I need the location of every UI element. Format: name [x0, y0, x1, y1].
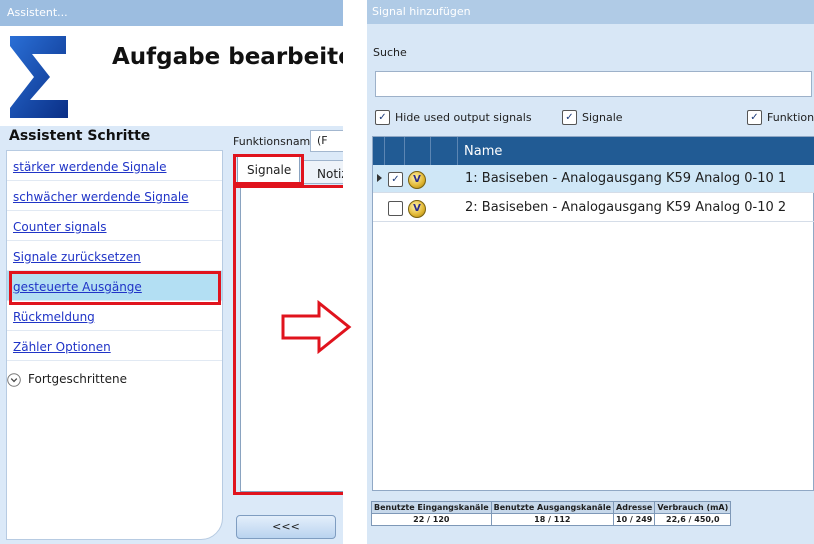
- wizard-titlebar: Assistent...: [0, 0, 343, 26]
- signals-tab-highlight: [233, 154, 304, 185]
- search-label: Suche: [373, 46, 407, 59]
- step-item-counter-signals[interactable]: Counter signals: [7, 211, 222, 241]
- add-signal-dialog: Signal hinzufügen Suche ✓ Hide used outp…: [367, 0, 814, 544]
- checkbox-functions[interactable]: ✓: [747, 110, 762, 125]
- grid-header: Name: [373, 137, 814, 165]
- row-checkbox[interactable]: ✓: [388, 172, 403, 187]
- function-name-label: Funktionsname: [233, 135, 318, 148]
- row-marker-icon: [377, 174, 382, 182]
- sigma-logo-icon: [10, 36, 68, 118]
- row-name: 2: Basiseben - Analogausgang K59 Analog …: [465, 200, 787, 215]
- step-item-decreasing-signals[interactable]: schwächer werdende Signale: [7, 181, 222, 211]
- steps-list: stärker werdende Signale schwächer werde…: [6, 150, 223, 540]
- signal-grid: Name ✓ V 1: Basiseben - Analogausgang K5…: [372, 136, 814, 491]
- stats-header: Adresse: [612, 501, 656, 514]
- stats-value: 18 / 112: [490, 513, 615, 526]
- checkbox-signals[interactable]: ✓: [562, 110, 577, 125]
- chevron-down-icon[interactable]: [7, 373, 21, 387]
- stats-header: Benutzte Eingangskanäle: [371, 501, 492, 514]
- table-row[interactable]: V 2: Basiseben - Analogausgang K59 Analo…: [373, 194, 814, 222]
- checkbox-hide-used[interactable]: ✓: [375, 110, 390, 125]
- wizard-window: Assistent... Aufgabe bearbeiten Assisten…: [0, 0, 343, 544]
- step-item-reset-signals[interactable]: Signale zurücksetzen: [7, 241, 222, 271]
- step-link[interactable]: Rückmeldung: [13, 310, 95, 324]
- stats-value: 22,6 / 450,0: [654, 513, 732, 526]
- filter-label: Hide used output signals: [395, 111, 532, 124]
- step-link[interactable]: Zähler Optionen: [13, 340, 111, 354]
- wizard-header: Aufgabe bearbeiten: [0, 26, 343, 126]
- step-link[interactable]: schwächer werdende Signale: [13, 190, 189, 204]
- step-link[interactable]: Counter signals: [13, 220, 107, 234]
- filter-label: Funktione: [767, 111, 814, 124]
- filter-hide-used[interactable]: ✓ Hide used output signals: [375, 110, 532, 125]
- row-name: 1: Basiseben - Analogausgang K59 Analog …: [465, 171, 787, 186]
- analog-signal-icon: V: [408, 171, 426, 189]
- advanced-toggle-label[interactable]: Fortgeschrittene: [28, 372, 127, 386]
- back-button[interactable]: <<<: [236, 515, 336, 539]
- table-row[interactable]: ✓ V 1: Basiseben - Analogausgang K59 Ana…: [373, 165, 814, 193]
- stats-header: Benutzte Ausgangskanäle: [490, 501, 615, 514]
- step-link[interactable]: stärker werdende Signale: [13, 160, 166, 174]
- step-item-increasing-signals[interactable]: stärker werdende Signale: [7, 151, 222, 181]
- stats-value: 10 / 249: [612, 513, 656, 526]
- arrow-right-icon: [281, 300, 352, 354]
- channel-usage-stats: Benutzte Eingangskanäle Benutzte Ausgang…: [371, 501, 732, 526]
- selected-step-highlight: [9, 271, 221, 305]
- stats-value: 22 / 120: [371, 513, 492, 526]
- step-link[interactable]: Signale zurücksetzen: [13, 250, 141, 264]
- search-input[interactable]: [375, 71, 812, 97]
- page-title: Aufgabe bearbeiten: [112, 44, 343, 70]
- filter-label: Signale: [582, 111, 623, 124]
- stats-header: Verbrauch (mA): [654, 501, 732, 514]
- analog-signal-icon: V: [408, 200, 426, 218]
- tab-notes[interactable]: Notiz: [302, 160, 343, 184]
- function-name-input[interactable]: (F: [310, 130, 343, 152]
- column-header-name[interactable]: Name: [464, 144, 502, 159]
- dialog-titlebar: Signal hinzufügen: [367, 0, 814, 24]
- step-item-feedback[interactable]: Rückmeldung: [7, 301, 222, 331]
- row-checkbox[interactable]: [388, 201, 403, 216]
- filter-signals[interactable]: ✓ Signale: [562, 110, 623, 125]
- step-item-counter-options[interactable]: Zähler Optionen: [7, 331, 222, 361]
- filter-functions[interactable]: ✓ Funktione: [747, 110, 814, 125]
- steps-title: Assistent Schritte: [9, 128, 151, 144]
